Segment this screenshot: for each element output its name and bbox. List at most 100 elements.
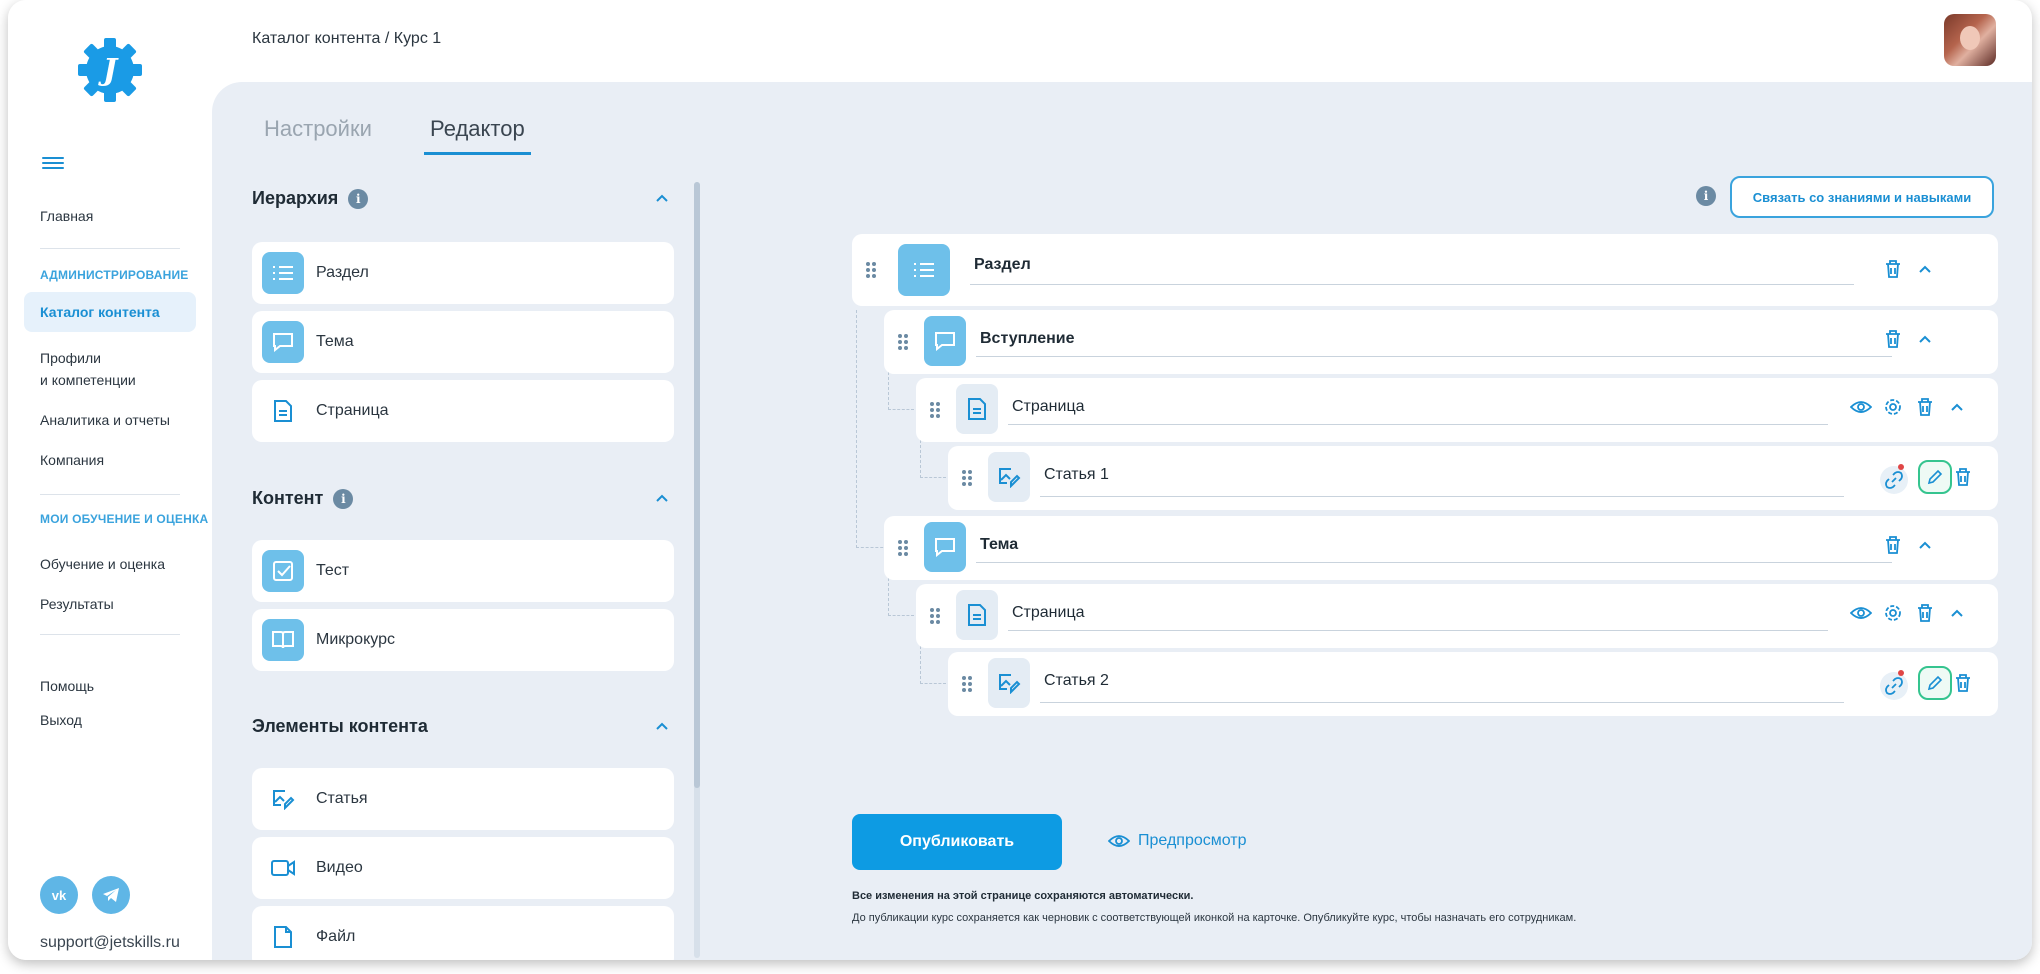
sidebar-item-catalog[interactable]: Каталог контента	[24, 292, 196, 332]
library-item-label: Тема	[316, 333, 354, 350]
sidebar-item-home[interactable]: Главная	[24, 196, 196, 236]
trash-icon[interactable]	[1882, 328, 1904, 350]
library-item-test[interactable]: Тест	[252, 540, 674, 602]
preview-link[interactable]: Предпросмотр	[1108, 832, 1247, 850]
info-icon[interactable]: i	[348, 188, 369, 209]
menu-icon[interactable]	[42, 154, 64, 172]
image-edit-icon	[988, 452, 1030, 502]
chevron-up-icon[interactable]	[654, 190, 670, 206]
trash-icon[interactable]	[1914, 396, 1936, 418]
tree-row-intro[interactable]: Вступление	[884, 310, 1998, 374]
tab-settings[interactable]: Настройки	[264, 116, 372, 152]
tab-editor[interactable]: Редактор	[424, 116, 531, 155]
row-actions	[1882, 328, 1936, 350]
trash-icon[interactable]	[1882, 534, 1904, 556]
jetskills-logo[interactable]: J	[74, 34, 146, 106]
library-item-video[interactable]: Видео	[252, 837, 674, 899]
tree-row-article[interactable]: Статья 2	[948, 652, 1998, 716]
list-icon	[262, 252, 304, 294]
vk-icon[interactable]: vk	[40, 876, 78, 914]
library-item-page[interactable]: Страница	[252, 380, 674, 442]
tree-row-title[interactable]: Тема	[980, 536, 1018, 554]
drag-icon[interactable]	[866, 262, 876, 278]
drag-icon[interactable]	[962, 470, 972, 486]
content-title: Контент i	[252, 488, 354, 509]
gear-icon[interactable]	[1882, 602, 1904, 624]
drag-icon[interactable]	[898, 334, 908, 350]
drag-icon[interactable]	[898, 540, 908, 556]
trash-icon[interactable]	[1914, 602, 1936, 624]
chevron-up-icon[interactable]	[654, 490, 670, 506]
preview-link-label: Предпросмотр	[1138, 832, 1247, 849]
eye-icon[interactable]	[1850, 602, 1872, 624]
title-underline	[976, 562, 1892, 563]
tree-row-title[interactable]: Страница	[1012, 398, 1085, 416]
sidebar-item-logout[interactable]: Выход	[24, 700, 196, 740]
chevron-up-icon[interactable]	[1914, 328, 1936, 350]
drag-icon[interactable]	[930, 608, 940, 624]
tree-row-title[interactable]: Раздел	[974, 256, 1031, 274]
tree-row-title[interactable]: Вступление	[980, 330, 1075, 348]
tree-row-page[interactable]: Страница	[916, 584, 1998, 648]
sidebar-item-learning[interactable]: Обучение и оценка	[24, 544, 196, 584]
tree-row-title[interactable]: Статья 2	[1044, 672, 1109, 690]
pencil-icon[interactable]	[1918, 666, 1952, 700]
scrollbar-thumb[interactable]	[694, 182, 700, 788]
title-underline	[1008, 630, 1828, 631]
avatar[interactable]	[1944, 14, 1996, 66]
book-icon	[262, 619, 304, 661]
info-icon[interactable]: i	[333, 488, 354, 509]
tree-row-page[interactable]: Страница	[916, 378, 1998, 442]
title-underline	[1040, 702, 1844, 703]
gear-icon[interactable]	[1882, 396, 1904, 418]
tree-row-title[interactable]: Страница	[1012, 604, 1085, 622]
drag-icon[interactable]	[962, 676, 972, 692]
trash-icon[interactable]	[1952, 672, 1974, 694]
chevron-up-icon[interactable]	[1914, 534, 1936, 556]
library-item-section[interactable]: Раздел	[252, 242, 674, 304]
tree-row-article[interactable]: Статья 1	[948, 446, 1998, 510]
sidebar-item-profiles[interactable]: Профили и компетенции	[24, 338, 196, 400]
eye-icon[interactable]	[1850, 396, 1872, 418]
link-knowledge-button[interactable]: Связать со знаниями и навыками	[1730, 176, 1994, 218]
telegram-icon[interactable]	[92, 876, 130, 914]
link-icon[interactable]	[1880, 466, 1908, 494]
title-underline	[1008, 424, 1828, 425]
sidebar-item-analytics[interactable]: Аналитика и отчеты	[24, 400, 196, 440]
chat-icon	[924, 522, 966, 572]
library-item-topic[interactable]: Тема	[252, 311, 674, 373]
tree-row-topic[interactable]: Тема	[884, 516, 1998, 580]
file-icon	[262, 916, 304, 958]
sidebar-item-results[interactable]: Результаты	[24, 584, 196, 624]
chevron-up-icon[interactable]	[1946, 396, 1968, 418]
link-icon[interactable]	[1880, 672, 1908, 700]
notification-dot	[1898, 670, 1904, 676]
chevron-up-icon[interactable]	[1946, 602, 1968, 624]
tree-row-section[interactable]: Раздел	[852, 234, 1998, 306]
library-item-article[interactable]: Статья	[252, 768, 674, 830]
title-underline	[1040, 496, 1844, 497]
chevron-up-icon[interactable]	[654, 718, 670, 734]
document-icon	[956, 590, 998, 640]
tree-connector	[920, 646, 946, 684]
trash-icon[interactable]	[1882, 258, 1904, 280]
support-email[interactable]: support@jetskills.ru	[40, 934, 180, 952]
library-item-microcourse[interactable]: Микрокурс	[252, 609, 674, 671]
publish-button[interactable]: Опубликовать	[852, 814, 1062, 870]
sidebar-item-company[interactable]: Компания	[24, 440, 196, 480]
library-item-label: Видео	[316, 859, 363, 876]
library-item-file[interactable]: Файл	[252, 906, 674, 960]
info-icon[interactable]: i	[1696, 186, 1716, 206]
app-window: J Главная АДМИНИСТРИРОВАНИЕ Каталог конт…	[8, 0, 2032, 960]
tree-connector	[888, 578, 914, 616]
drag-icon[interactable]	[930, 402, 940, 418]
chevron-up-icon[interactable]	[1914, 258, 1936, 280]
library-item-label: Статья	[316, 790, 368, 807]
sidebar-divider	[40, 634, 180, 635]
tree-row-title[interactable]: Статья 1	[1044, 466, 1109, 484]
content-title-text: Контент	[252, 488, 324, 508]
pencil-icon[interactable]	[1918, 460, 1952, 494]
row-actions	[1880, 460, 1974, 494]
trash-icon[interactable]	[1952, 466, 1974, 488]
sidebar: J Главная АДМИНИСТРИРОВАНИЕ Каталог конт…	[8, 0, 212, 960]
